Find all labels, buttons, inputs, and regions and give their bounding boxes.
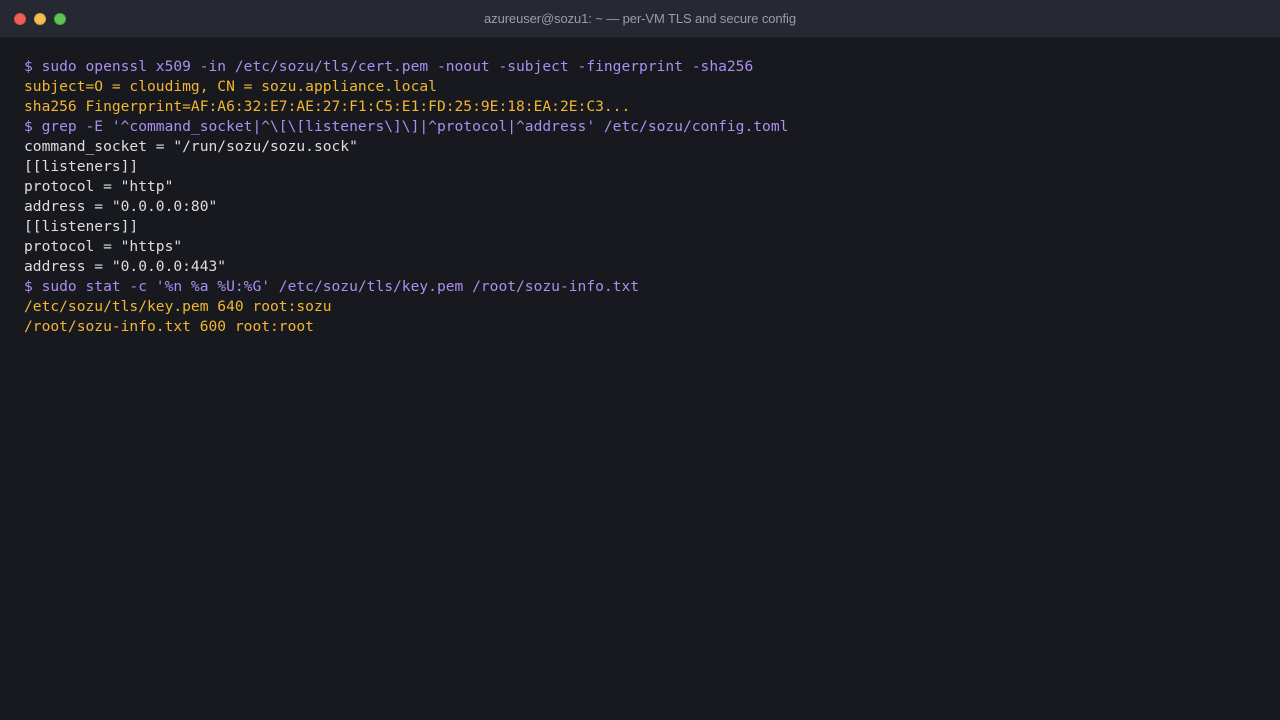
terminal-output-line: command_socket = "/run/sozu/sozu.sock" [24, 138, 358, 155]
terminal-output-line: protocol = "https" [24, 238, 183, 255]
terminal-output-line: address = "0.0.0.0:443" [24, 258, 227, 275]
terminal-output-line: address = "0.0.0.0:80" [24, 198, 218, 215]
terminal-output-line: /root/sozu-info.txt 600 root:root [24, 318, 314, 335]
terminal-output-line: subject=O = cloudimg, CN = sozu.applianc… [24, 78, 437, 95]
terminal-output-line: sha256 Fingerprint=AF:A6:32:E7:AE:27:F1:… [24, 98, 631, 115]
terminal-window: azureuser@sozu1: ~ — per-VM TLS and secu… [0, 0, 1280, 720]
terminal-output-line: /etc/sozu/tls/key.pem 640 root:sozu [24, 298, 332, 315]
terminal-output-line: [[listeners]] [24, 218, 139, 235]
title-bar: azureuser@sozu1: ~ — per-VM TLS and secu… [0, 0, 1280, 38]
terminal-command-line: $ sudo stat -c '%n %a %U:%G' /etc/sozu/t… [24, 278, 640, 295]
terminal-output-line: [[listeners]] [24, 158, 139, 175]
terminal-output[interactable]: $ sudo openssl x509 -in /etc/sozu/tls/ce… [24, 57, 1256, 337]
terminal-output-line: protocol = "http" [24, 178, 174, 195]
terminal-command-line: $ sudo openssl x509 -in /etc/sozu/tls/ce… [24, 58, 754, 75]
terminal-command-line: $ grep -E '^command_socket|^\[\[listener… [24, 118, 789, 135]
window-title: azureuser@sozu1: ~ — per-VM TLS and secu… [484, 11, 796, 26]
